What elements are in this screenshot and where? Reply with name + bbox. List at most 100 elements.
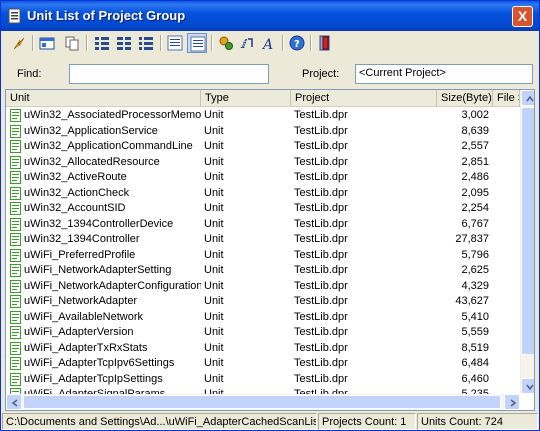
- table-row[interactable]: uWiFi_NetworkAdapterConfiguration Unit Tes…: [6, 279, 520, 295]
- cell-type: Unit: [204, 372, 224, 385]
- table-row[interactable]: uWiFi_NetworkAdapter Unit TestLib.dpr 43,62…: [6, 294, 520, 310]
- cell-type: Unit: [204, 109, 224, 121]
- table-row[interactable]: uWiFi_AdapterTxRxStats Unit TestLib.dpr 8,5…: [6, 341, 520, 357]
- cell-project: TestLib.dpr: [294, 217, 348, 230]
- unit-list-view[interactable]: Unit Type Project Size(Byte) File Si uWi…: [5, 89, 535, 411]
- table-row[interactable]: uWiFi_PreferredProfile Unit TestLib.dpr 5,7…: [6, 248, 520, 264]
- cell-unit: uWiFi_NetworkAdapterConfiguration: [24, 279, 201, 292]
- table-row[interactable]: uWiFi_AdapterVersion Unit TestLib.dpr 5,559: [6, 325, 520, 341]
- cell-unit: uWin32_AssociatedProcessorMemory: [24, 109, 201, 121]
- table-row[interactable]: uWiFi_AdapterTcpIpSettings Unit TestLib.dp…: [6, 372, 520, 388]
- table-row[interactable]: uWiFi_AvailableNetwork Unit TestLib.dpr 5,4…: [6, 310, 520, 326]
- cell-size: 2,625: [461, 264, 489, 276]
- project-select[interactable]: <Current Project>: [355, 64, 533, 84]
- column-header-size[interactable]: Size(Byte): [437, 90, 493, 107]
- scroll-left-button[interactable]: [6, 394, 22, 410]
- list-view-icon[interactable]: [136, 33, 156, 53]
- column-header-unit[interactable]: Unit: [6, 90, 201, 107]
- cell-unit: uWiFi_AdapterTcpIpv6Settings: [24, 357, 175, 369]
- table-row[interactable]: uWiFi_AdapterTcpIpv6Settings Unit TestLib.…: [6, 356, 520, 372]
- horizontal-scrollbar[interactable]: [6, 394, 520, 410]
- cell-unit: uWin32_ActiveRoute: [24, 171, 127, 183]
- table-row[interactable]: uWiFi_NetworkAdapterSetting Unit TestLib.d…: [6, 263, 520, 279]
- unit-file-icon: [10, 310, 21, 324]
- unit-file-icon: [10, 264, 21, 277]
- list-header: Unit Type Project Size(Byte) File Si: [6, 90, 520, 107]
- unit-file-icon: [10, 186, 21, 200]
- status-path: C:\Documents and Settings\Ad...\uWiFi_Ad…: [2, 413, 317, 430]
- status-units-count: Units Count: 724: [417, 413, 538, 430]
- cell-type: Unit: [204, 186, 224, 199]
- table-row[interactable]: uWin32_ApplicationCommandLine Unit TestLib…: [6, 139, 520, 155]
- properties-icon[interactable]: [37, 33, 57, 53]
- exit-icon[interactable]: [315, 33, 335, 53]
- cell-type: Unit: [204, 357, 224, 369]
- cell-size: 2,486: [461, 171, 489, 183]
- cell-unit: uWiFi_PreferredProfile: [24, 248, 136, 261]
- cell-project: TestLib.dpr: [294, 233, 348, 245]
- cell-project: TestLib.dpr: [294, 372, 348, 385]
- table-row[interactable]: uWin32_AccountSID Unit TestLib.dpr 2,254: [6, 201, 520, 217]
- cell-size: 8,639: [461, 124, 489, 137]
- scroll-up-button[interactable]: [521, 90, 534, 106]
- table-row[interactable]: uWin32_1394Controller Unit TestLib.dpr 27,8…: [6, 232, 520, 248]
- cell-type: Unit: [204, 248, 224, 261]
- sort-icon[interactable]: [216, 33, 236, 53]
- cell-size: 5,410: [461, 310, 489, 323]
- title-bar[interactable]: Unit List of Project Group X: [1, 1, 539, 31]
- cell-type: Unit: [204, 171, 224, 183]
- cell-project: TestLib.dpr: [294, 171, 348, 183]
- scroll-right-button[interactable]: [504, 394, 520, 410]
- cell-unit: uWin32_AllocatedResource: [24, 155, 160, 168]
- status-bar: C:\Documents and Settings\Ad...\uWiFi_Ad…: [2, 413, 538, 430]
- table-row[interactable]: uWin32_ApplicationService Unit TestLib.dpr…: [6, 124, 520, 140]
- scroll-down-button[interactable]: [521, 378, 534, 394]
- cell-project: TestLib.dpr: [294, 357, 348, 369]
- close-button[interactable]: X: [512, 6, 533, 27]
- small-icons-view-icon[interactable]: [114, 33, 134, 53]
- copy-icon[interactable]: [62, 33, 82, 53]
- table-row[interactable]: uWin32_ActionCheck Unit TestLib.dpr 2,095: [6, 186, 520, 202]
- font-icon[interactable]: A: [259, 33, 279, 53]
- cell-unit: uWin32_1394Controller: [24, 233, 140, 245]
- cell-unit: uWiFi_AvailableNetwork: [24, 310, 144, 323]
- cell-unit: uWiFi_AdapterVersion: [24, 326, 134, 338]
- unit-file-icon: [10, 341, 21, 355]
- cell-unit: uWin32_ActionCheck: [24, 186, 130, 199]
- cell-size: 6,767: [461, 217, 489, 230]
- find-label: Find:: [17, 68, 42, 80]
- find-input[interactable]: [69, 64, 269, 84]
- table-row[interactable]: uWin32_ActiveRoute Unit TestLib.dpr 2,486: [6, 170, 520, 186]
- horizontal-scroll-thumb[interactable]: [23, 395, 501, 409]
- cell-size: 6,460: [461, 372, 489, 385]
- details-view-icon[interactable]: [165, 33, 185, 53]
- unit-file-icon: [10, 124, 21, 138]
- column-header-project[interactable]: Project: [291, 90, 437, 107]
- cell-unit: uWin32_ApplicationService: [24, 124, 158, 137]
- table-row[interactable]: uWin32_AssociatedProcessorMemory Unit Test…: [6, 108, 520, 124]
- large-icons-view-icon[interactable]: [92, 33, 112, 53]
- pascal-icon[interactable]: ⅈ: [238, 33, 258, 53]
- cell-project: TestLib.dpr: [294, 140, 348, 152]
- unit-file-icon: [10, 295, 21, 308]
- details-view-alt-icon[interactable]: [187, 33, 207, 53]
- cell-project: TestLib.dpr: [294, 124, 348, 137]
- unit-list-window: Unit List of Project Group X ⅈ A ? Find:…: [0, 0, 540, 431]
- column-header-type[interactable]: Type: [201, 90, 291, 107]
- cell-project: TestLib.dpr: [294, 155, 348, 168]
- column-header-file-size[interactable]: File Si: [493, 90, 520, 107]
- cell-project: TestLib.dpr: [294, 186, 348, 199]
- scroll-thumb[interactable]: [521, 107, 534, 355]
- vertical-scrollbar[interactable]: [520, 90, 534, 394]
- cell-type: Unit: [204, 295, 224, 307]
- open-unit-icon[interactable]: [9, 33, 29, 53]
- unit-file-icon: [10, 279, 21, 293]
- table-row[interactable]: uWin32_AllocatedResource Unit TestLib.dpr 2…: [6, 155, 520, 171]
- cell-type: Unit: [204, 202, 224, 214]
- cell-unit: uWiFi_NetworkAdapterSetting: [24, 264, 172, 276]
- help-icon[interactable]: ?: [287, 33, 307, 53]
- unit-file-icon: [10, 217, 21, 231]
- cell-size: 5,796: [461, 248, 489, 261]
- cell-size: 27,837: [455, 233, 489, 245]
- table-row[interactable]: uWin32_1394ControllerDevice Unit TestLib.d…: [6, 217, 520, 233]
